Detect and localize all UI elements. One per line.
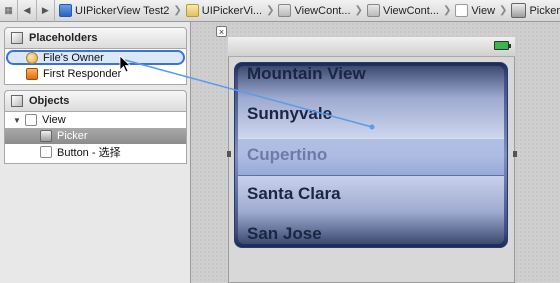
- picker-row[interactable]: Mountain View: [247, 66, 366, 84]
- section-title: Objects: [29, 95, 70, 107]
- placeholders-header[interactable]: Placeholders: [4, 27, 187, 49]
- chevron-right-icon: ❯: [354, 5, 363, 16]
- picker-row[interactable]: Santa Clara: [247, 184, 341, 204]
- picker-icon: [511, 3, 527, 18]
- folder-icon: [185, 4, 199, 17]
- simulated-status-bar: [228, 37, 515, 57]
- outline-item-label: View: [42, 114, 66, 126]
- breadcrumb-label: ViewCont...: [294, 4, 351, 17]
- breadcrumb-item-xib[interactable]: ViewCont... ❯: [278, 0, 366, 22]
- chevron-right-icon: ❯: [499, 5, 508, 16]
- breadcrumb-item-view[interactable]: View ❯: [455, 0, 511, 22]
- outline-item-label: Picker: [57, 130, 88, 142]
- outline-item-label: First Responder: [43, 68, 122, 80]
- view-icon: [455, 4, 469, 17]
- project-icon: [59, 4, 73, 17]
- breadcrumb-item-folder[interactable]: UIPickerVi... ❯: [185, 0, 279, 22]
- picker-row-selected[interactable]: Cupertino: [247, 145, 327, 165]
- xib-icon: [278, 4, 292, 17]
- cube-icon: [11, 32, 23, 44]
- chevron-right-icon: ❯: [443, 5, 452, 16]
- breadcrumb-label: UIPickerVi...: [201, 4, 263, 17]
- outline-item-files-owner[interactable]: File's Owner: [6, 50, 185, 65]
- xib-icon: [366, 4, 380, 17]
- related-items-button[interactable]: ▦: [0, 0, 19, 22]
- picker-row[interactable]: San Jose: [247, 224, 322, 244]
- outline-item-label: File's Owner: [43, 51, 104, 64]
- resize-handle-right[interactable]: [513, 151, 517, 157]
- first-responder-icon: [26, 68, 38, 80]
- breadcrumb-item-project[interactable]: UIPickerView Test2 ❯: [59, 0, 186, 22]
- close-icon[interactable]: ×: [216, 26, 227, 37]
- view-icon: [25, 114, 37, 126]
- disclosure-triangle-icon[interactable]: ▼: [13, 116, 21, 125]
- jump-bar: ▦ ◀ ▶ UIPickerView Test2 ❯ UIPickerVi...…: [0, 0, 560, 22]
- outline-item-first-responder[interactable]: First Responder: [5, 66, 186, 82]
- breadcrumb: UIPickerView Test2 ❯ UIPickerVi... ❯ Vie…: [55, 0, 560, 22]
- document-outline: Placeholders File's Owner First Responde…: [0, 22, 191, 283]
- breadcrumb-label: ViewCont...: [382, 4, 439, 17]
- breadcrumb-item-picker[interactable]: Picker: [511, 0, 560, 22]
- button-icon: [40, 146, 52, 158]
- resize-handle-left[interactable]: [227, 151, 231, 157]
- picker-row[interactable]: Sunnyvale: [247, 104, 332, 124]
- battery-icon: [494, 41, 511, 50]
- chevron-right-icon: ❯: [173, 5, 182, 16]
- objects-list: ▼ View Picker Button - 选择: [4, 112, 187, 164]
- section-title: Placeholders: [29, 32, 98, 44]
- breadcrumb-item-controller[interactable]: ViewCont... ❯: [366, 0, 455, 22]
- picker-icon: [40, 130, 52, 142]
- placeholders-list: File's Owner First Responder: [4, 49, 187, 85]
- chevron-right-icon: ❯: [266, 5, 275, 16]
- picker-wheel[interactable]: Mountain View Sunnyvale Cupertino Santa …: [238, 66, 504, 244]
- outline-item-view[interactable]: ▼ View: [5, 112, 186, 128]
- breadcrumb-label: View: [471, 4, 496, 17]
- cube-icon: [11, 95, 23, 107]
- objects-header[interactable]: Objects: [4, 90, 187, 112]
- breadcrumb-label: UIPickerView Test2: [75, 4, 170, 17]
- outline-item-picker[interactable]: Picker: [5, 128, 186, 144]
- picker-view[interactable]: Mountain View Sunnyvale Cupertino Santa …: [234, 62, 508, 248]
- outline-item-label: Button - 选择: [57, 147, 121, 159]
- back-button[interactable]: ◀: [18, 0, 37, 22]
- forward-button[interactable]: ▶: [37, 0, 56, 22]
- breadcrumb-label: Picker: [529, 4, 560, 17]
- outline-item-button[interactable]: Button - 选择: [5, 144, 186, 160]
- files-owner-icon: [26, 51, 38, 64]
